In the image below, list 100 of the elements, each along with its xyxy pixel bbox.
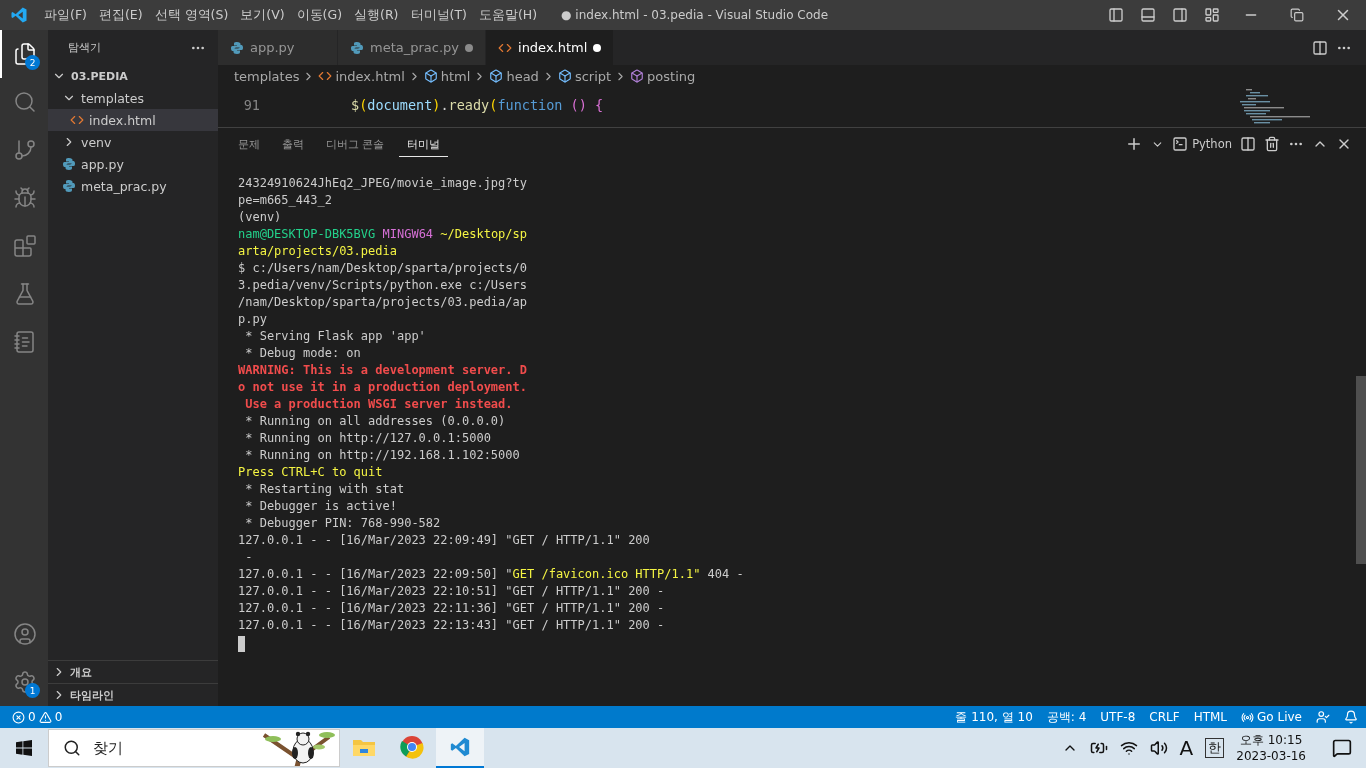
panel-tab[interactable]: 터미널 bbox=[398, 131, 448, 157]
broadcast-icon bbox=[1241, 710, 1255, 724]
window-title: ● index.html - 03.pedia - Visual Studio Code bbox=[561, 8, 829, 22]
status-item[interactable]: CRLF bbox=[1149, 710, 1180, 724]
split-editor-icon[interactable] bbox=[1312, 39, 1328, 56]
folder-icon bbox=[352, 737, 376, 757]
breadcrumb-item[interactable]: head bbox=[506, 68, 539, 84]
editor-tab[interactable]: app.py bbox=[218, 30, 338, 65]
file-item[interactable]: meta_prac.py bbox=[48, 175, 218, 197]
search-input[interactable]: 찾기 bbox=[91, 738, 259, 758]
sidebar-title: 탐색기 bbox=[68, 40, 101, 55]
error-icon bbox=[12, 710, 25, 724]
account-icon bbox=[13, 622, 37, 646]
editor-tab[interactable]: meta_prac.py bbox=[338, 30, 486, 65]
browser-icon bbox=[400, 735, 424, 759]
terminal-line: 127.0.0.1 - - [16/Mar/2023 22:09:50] "GET /favicon.ico HTTP/1.1" 404 - bbox=[238, 566, 745, 583]
html-icon bbox=[70, 113, 84, 127]
breadcrumb-item[interactable]: posting bbox=[647, 68, 696, 84]
layout-icon[interactable] bbox=[1204, 7, 1220, 23]
menu-item[interactable]: 도움말(H) bbox=[472, 6, 544, 24]
terminal-line: nam@DESKTOP-DBK5BVG MINGW64 ~/Desktop/sp bbox=[238, 226, 528, 243]
windows-icon[interactable] bbox=[16, 740, 32, 756]
terminal-line: p.py bbox=[238, 311, 268, 328]
search-icon bbox=[63, 739, 81, 757]
terminal-line: 127.0.0.1 - - [16/Mar/2023 22:10:51] "GET / HTTP/1.1" 200 - bbox=[238, 583, 666, 600]
python-icon bbox=[62, 179, 76, 193]
terminal-line: 127.0.0.1 - - [16/Mar/2023 22:09:49] "GET / HTTP/1.1" 200 bbox=[238, 532, 651, 549]
terminal-line: * Serving Flask app 'app' bbox=[244, 328, 427, 345]
code-line: $(document).ready(function () { bbox=[350, 97, 604, 115]
unsaved-dot bbox=[593, 43, 602, 52]
unsaved-dot bbox=[465, 43, 473, 52]
breadcrumb-item[interactable]: html bbox=[440, 68, 471, 84]
folder-item[interactable]: templates bbox=[48, 87, 218, 109]
trash-icon[interactable] bbox=[1264, 136, 1280, 152]
status-item[interactable]: HTML bbox=[1193, 710, 1228, 724]
branch-icon bbox=[13, 138, 37, 162]
terminal-line: * Restarting with stat bbox=[244, 481, 406, 498]
menu-item[interactable]: 선택 영역(S) bbox=[148, 6, 235, 24]
input-mode[interactable]: A bbox=[1179, 736, 1194, 760]
folder-item[interactable]: venv bbox=[48, 131, 218, 153]
terminal-line: * Running on all addresses (0.0.0.0) bbox=[244, 413, 507, 430]
feedback-icon[interactable] bbox=[1316, 710, 1330, 724]
terminal-line: 3.pedia/venv/Scripts/python.exe c:/Users bbox=[238, 277, 528, 294]
terminal-line: arta/projects/03.pedia bbox=[238, 243, 398, 260]
folder-header[interactable]: 03.PEDIA bbox=[48, 65, 218, 87]
status-item[interactable]: 공백: 4 bbox=[1046, 708, 1087, 726]
search-icon bbox=[13, 90, 37, 114]
panel-tab[interactable]: 출력 bbox=[274, 131, 312, 157]
menu-item[interactable]: 보기(V) bbox=[234, 6, 291, 24]
status-item[interactable]: Go Live bbox=[1241, 710, 1302, 724]
wifi-icon[interactable] bbox=[1119, 739, 1138, 757]
terminal-line: 127.0.0.1 - - [16/Mar/2023 22:13:43] "GET / HTTP/1.1" 200 - bbox=[238, 617, 666, 634]
terminal-line: /nam/Desktop/sparta/projects/03.pedia/ap bbox=[238, 294, 528, 311]
speaker-icon[interactable] bbox=[1149, 739, 1168, 757]
terminal-line: * Running on http://127.0.0.1:5000 bbox=[244, 430, 492, 447]
bug-icon bbox=[13, 186, 37, 210]
panel-right-icon[interactable] bbox=[1172, 7, 1188, 23]
files-icon bbox=[13, 42, 37, 66]
menu-item[interactable]: 터미널(T) bbox=[404, 6, 473, 24]
file-item[interactable]: app.py bbox=[48, 153, 218, 175]
terminal-selector[interactable]: Python bbox=[1172, 136, 1232, 152]
notification-icon[interactable] bbox=[1332, 738, 1352, 758]
activity-item[interactable]: 1 bbox=[0, 658, 48, 706]
panel-tab[interactable]: 문제 bbox=[230, 131, 268, 157]
problems-indicator[interactable]: 0 0 bbox=[12, 710, 63, 724]
ime-indicator[interactable]: 한 bbox=[1205, 738, 1225, 758]
count-badge: 1 bbox=[25, 683, 40, 698]
terminal-line: pe=m665_443_2 bbox=[238, 192, 333, 209]
editor-tab[interactable]: index.html bbox=[486, 30, 615, 65]
terminal-line: 24324910624JhEq2_JPEG/movie_image.jpg?ty bbox=[238, 175, 528, 192]
file-item[interactable]: index.html bbox=[48, 109, 218, 131]
restore-icon[interactable] bbox=[1290, 8, 1304, 22]
breadcrumb-item[interactable]: index.html bbox=[335, 68, 405, 84]
terminal-line: (venv) bbox=[238, 209, 283, 226]
menu-item[interactable]: 실행(R) bbox=[348, 6, 405, 24]
breadcrumb-item[interactable]: templates bbox=[234, 68, 300, 84]
notebook-icon bbox=[13, 330, 37, 354]
terminal-line: WARNING: This is a development server. D bbox=[238, 362, 528, 379]
warning-icon bbox=[38, 710, 52, 724]
split-terminal-icon[interactable] bbox=[1240, 136, 1256, 152]
sidebar-toggle-icon[interactable] bbox=[1108, 7, 1124, 23]
python-icon bbox=[350, 40, 364, 55]
panel-tab[interactable]: 디버그 콘솔 bbox=[318, 131, 393, 157]
terminal-icon bbox=[1172, 136, 1189, 152]
breadcrumb-item[interactable]: script bbox=[574, 68, 612, 84]
taskbar-app[interactable] bbox=[436, 728, 484, 768]
scrollbar-thumb[interactable] bbox=[1356, 376, 1366, 564]
bell-icon[interactable] bbox=[1344, 710, 1358, 724]
panel-toggle-icon[interactable] bbox=[1140, 7, 1156, 23]
status-item[interactable]: 줄 110, 열 10 bbox=[955, 708, 1033, 726]
search-field[interactable]: 찾기 bbox=[48, 729, 340, 767]
menu-item[interactable]: 파일(F) bbox=[38, 6, 93, 24]
menu-item[interactable]: 편집(E) bbox=[92, 6, 149, 24]
settings-icon bbox=[13, 670, 37, 694]
terminal-line: 127.0.0.1 - - [16/Mar/2023 22:11:36] "GET / HTTP/1.1" 200 - bbox=[238, 600, 666, 617]
flask-icon bbox=[13, 282, 37, 306]
status-item[interactable]: UTF-8 bbox=[1100, 710, 1136, 724]
clock[interactable]: 오후 10:15 2023-03-16 bbox=[1236, 732, 1306, 764]
terminal-line: * Debugger PIN: 768-990-582 bbox=[244, 515, 442, 532]
menu-item[interactable]: 이동(G) bbox=[290, 6, 349, 24]
